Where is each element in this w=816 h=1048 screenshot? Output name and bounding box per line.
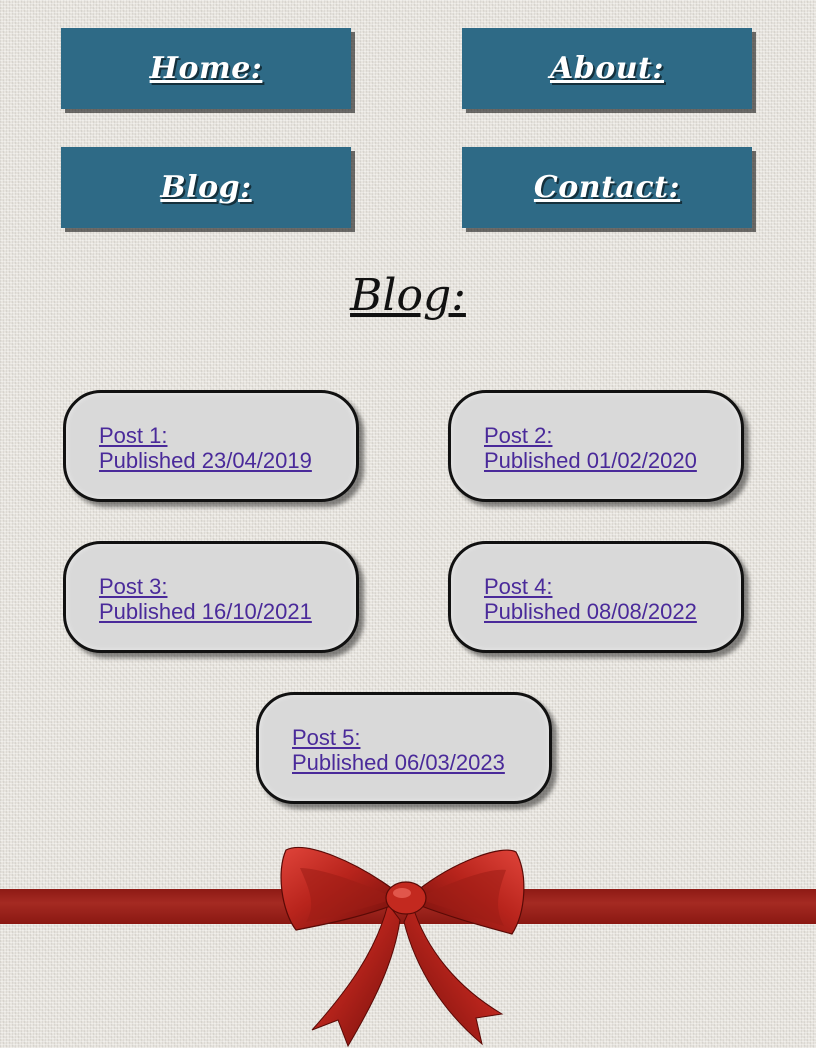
post-card-4[interactable]: Post 4: Published 08/08/2022 [448,541,744,653]
post-card-3[interactable]: Post 3: Published 16/10/2021 [63,541,359,653]
page-title: Blog: [350,270,466,321]
nav-blog-button[interactable]: Blog: [61,147,351,228]
post-3-title-link[interactable]: Post 3: [99,574,356,599]
nav-about-label: About: [549,51,664,86]
nav-about-button[interactable]: About: [462,28,752,109]
post-1-date-link[interactable]: Published 23/04/2019 [99,448,356,473]
post-2-date-link[interactable]: Published 01/02/2020 [484,448,741,473]
post-5-date-link[interactable]: Published 06/03/2023 [292,750,549,775]
nav-contact-label: Contact: [533,170,681,205]
nav-home-button[interactable]: Home: [61,28,351,109]
post-2-title-link[interactable]: Post 2: [484,423,741,448]
post-card-1[interactable]: Post 1: Published 23/04/2019 [63,390,359,502]
post-4-title-link[interactable]: Post 4: [484,574,741,599]
post-1-title-link[interactable]: Post 1: [99,423,356,448]
nav-contact-button[interactable]: Contact: [462,147,752,228]
post-3-date-link[interactable]: Published 16/10/2021 [99,599,356,624]
nav-blog-label: Blog: [160,170,252,205]
nav-home-label: Home: [149,51,263,86]
post-card-5[interactable]: Post 5: Published 06/03/2023 [256,692,552,804]
red-ribbon-bow-icon [280,846,525,1048]
post-5-title-link[interactable]: Post 5: [292,725,549,750]
post-4-date-link[interactable]: Published 08/08/2022 [484,599,741,624]
post-card-2[interactable]: Post 2: Published 01/02/2020 [448,390,744,502]
